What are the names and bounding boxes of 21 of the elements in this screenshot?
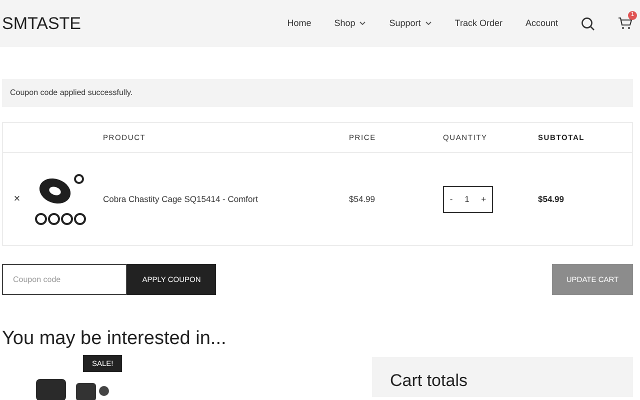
- remove-button[interactable]: ×: [11, 190, 23, 208]
- nav-link[interactable]: Account: [525, 16, 558, 30]
- chevron-down-icon: [359, 21, 366, 26]
- search-icon[interactable]: [581, 16, 595, 30]
- coupon-notice: Coupon code applied successfully.: [2, 79, 633, 107]
- coupon-field[interactable]: Coupon code: [2, 264, 127, 295]
- quantity-value: 1: [464, 192, 470, 206]
- decrease-button[interactable]: -: [450, 192, 453, 206]
- logo[interactable]: SMTASTE: [2, 10, 82, 36]
- product-name[interactable]: Cobra Chastity Cage SQ15414 - Comfort: [103, 192, 349, 206]
- cart-icon[interactable]: [618, 17, 632, 30]
- price: $54.99: [349, 192, 376, 206]
- cart-totals-title: Cart totals: [390, 371, 468, 391]
- subtotal: $54.99: [538, 192, 564, 206]
- nav-link[interactable]: Track Order: [454, 16, 502, 30]
- increase-button[interactable]: +: [481, 192, 486, 206]
- chevron-down-icon: [424, 21, 432, 26]
- nav-link[interactable]: Home: [287, 16, 312, 30]
- nav-link[interactable]: Support: [389, 16, 432, 30]
- nav-link[interactable]: Shop: [334, 16, 366, 30]
- section-heading: You may be interested in...: [2, 327, 228, 351]
